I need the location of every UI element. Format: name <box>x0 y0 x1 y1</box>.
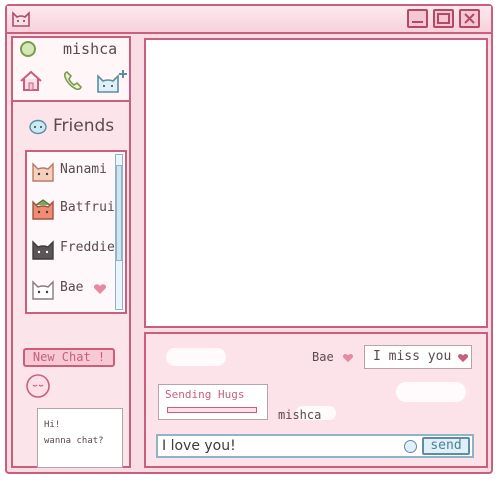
progress-bar <box>167 407 257 413</box>
heart-icon <box>457 354 469 363</box>
broken-heart-icon <box>342 354 354 363</box>
sidebar: mishca Friends Nanami Batfruit Freddie B… <box>11 36 131 468</box>
peach-cat-avatar-icon <box>32 162 54 182</box>
cat-logo-icon <box>12 11 30 27</box>
new-chat-button[interactable]: New Chat ! <box>23 348 115 367</box>
bubble-line: wanna chat? <box>44 436 104 446</box>
user-row: mishca <box>13 38 129 64</box>
chat-window: mishca Friends Nanami Batfruit Freddie B… <box>5 4 493 474</box>
gray-cat-avatar-icon <box>32 240 54 260</box>
friends-title: Friends <box>53 116 115 136</box>
cloud-decoration <box>396 382 466 402</box>
username: mishca <box>63 40 118 58</box>
send-button[interactable]: send <box>422 437 470 455</box>
close-button[interactable] <box>459 9 480 28</box>
friend-name: Freddie <box>60 240 115 255</box>
maximize-button[interactable] <box>433 9 454 28</box>
bubble-line: Hi! <box>44 420 61 430</box>
friend-item-bae[interactable]: Bae <box>29 272 115 310</box>
online-status-icon[interactable] <box>20 41 36 57</box>
message-sender: mishca <box>278 408 322 422</box>
phone-icon[interactable] <box>59 67 87 95</box>
incoming-message: I miss you <box>364 345 472 369</box>
friend-item-batfruit[interactable]: Batfruit <box>29 192 123 230</box>
message-input-box: send <box>156 434 474 458</box>
friend-item-nanami[interactable]: Nanami <box>29 154 115 192</box>
add-friend-icon[interactable] <box>95 67 129 95</box>
cloud-decoration <box>166 348 226 366</box>
scrollbar-thumb[interactable] <box>116 165 122 261</box>
friend-name: Bae <box>60 280 84 295</box>
close-icon <box>464 13 475 24</box>
minimize-button[interactable] <box>407 9 428 28</box>
maximize-icon <box>437 13 450 24</box>
chat-view <box>144 38 488 328</box>
minimize-icon <box>412 21 423 23</box>
emoji-icon[interactable] <box>404 440 417 453</box>
sleepy-face-icon <box>26 374 50 398</box>
message-input[interactable] <box>162 438 392 454</box>
nav-row <box>13 62 129 102</box>
friend-name: Batfruit <box>60 200 123 215</box>
outgoing-message: Sending Hugs <box>158 384 268 420</box>
chat-prompt-bubble: Hi! wanna chat? <box>37 408 123 468</box>
friends-icon <box>29 119 47 135</box>
message-sender: Bae <box>312 350 334 364</box>
home-icon[interactable] <box>17 67 45 95</box>
friend-item-freddie[interactable]: Freddie <box>29 232 115 270</box>
friend-list: Nanami Batfruit Freddie Bae <box>25 150 127 314</box>
heart-icon <box>93 284 107 294</box>
title-bar[interactable] <box>7 6 491 34</box>
compose-panel: Bae I miss you Sending Hugs mishca send <box>144 332 488 468</box>
friend-list-scrollbar[interactable] <box>115 154 123 310</box>
batfruit-avatar-icon <box>32 199 54 220</box>
friend-name: Nanami <box>60 162 107 177</box>
sending-status: Sending Hugs <box>165 388 245 401</box>
white-cat-avatar-icon <box>32 280 54 300</box>
friends-panel: Friends Nanami Batfruit Freddie Bae <box>17 106 127 314</box>
message-text: I miss you <box>373 349 452 364</box>
